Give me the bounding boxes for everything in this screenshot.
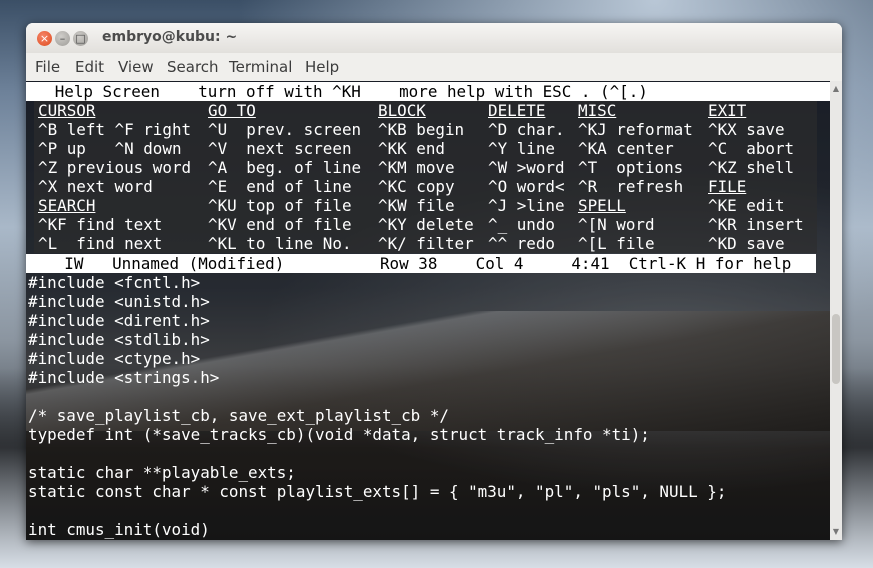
help-entry: SPELL xyxy=(578,196,626,215)
help-header: DELETE xyxy=(488,101,546,120)
help-entry: ^KD save xyxy=(708,234,785,253)
help-entry: ^L find next xyxy=(38,234,163,253)
help-entry: ^C abort xyxy=(708,139,795,158)
help-title-bar: Help Screen turn off with ^KH more help … xyxy=(26,82,830,101)
help-entry: ^W >word xyxy=(488,158,565,177)
maximize-button[interactable]: □ xyxy=(73,31,88,46)
help-entry: ^[L file xyxy=(578,234,655,253)
menu-file[interactable]: File xyxy=(35,58,60,76)
help-entry: ^V next screen xyxy=(208,139,352,158)
help-entry: ^KM move xyxy=(378,158,455,177)
code-line: #include <ctype.h> xyxy=(28,349,201,368)
terminal-window: × – □ embryo@kubu: ~ File Edit View Sear… xyxy=(26,23,842,540)
help-entry: ^E end of line xyxy=(208,177,352,196)
terminal-area[interactable]: Help Screen turn off with ^KH more help … xyxy=(26,81,830,540)
code-line: int cmus_init(void) xyxy=(28,520,210,539)
help-entry: SEARCH xyxy=(38,196,96,215)
help-header: CURSOR xyxy=(38,101,96,120)
help-entry: ^Z previous word xyxy=(38,158,192,177)
code-line: /* save_playlist_cb, save_ext_playlist_c… xyxy=(28,406,449,425)
help-entry: ^U prev. screen xyxy=(208,120,362,139)
help-entry: ^K/ filter xyxy=(378,234,474,253)
help-entry: ^Y line xyxy=(488,139,555,158)
help-entry: ^KC copy xyxy=(378,177,455,196)
help-header: GO TO xyxy=(208,101,256,120)
help-entry: ^D char. xyxy=(488,120,565,139)
help-entry: ^P up ^N down xyxy=(38,139,182,158)
help-entry: ^KU top of file xyxy=(208,196,352,215)
code-line: #include <stdlib.h> xyxy=(28,330,210,349)
help-header: BLOCK xyxy=(378,101,426,120)
menu-edit[interactable]: Edit xyxy=(75,58,104,76)
menu-view[interactable]: View xyxy=(118,58,154,76)
help-entry: ^T options xyxy=(578,158,684,177)
help-entry: ^B left ^F right xyxy=(38,120,192,139)
scroll-down-arrow-icon[interactable]: ▼ xyxy=(831,527,841,537)
help-entry: ^J >line xyxy=(488,196,565,215)
help-entry: ^KE edit xyxy=(708,196,785,215)
status-bar: IW Unnamed (Modified) Row 38 Col 4 4:41 … xyxy=(26,254,816,273)
help-entry: ^A beg. of line xyxy=(208,158,362,177)
help-header: MISC xyxy=(578,101,617,120)
help-entry: ^R refresh xyxy=(578,177,684,196)
help-entry: ^[N word xyxy=(578,215,655,234)
help-entry: ^O word< xyxy=(488,177,565,196)
help-entry: ^KA center xyxy=(578,139,674,158)
help-entry: ^_ undo xyxy=(488,215,555,234)
help-entry: ^KL to line No. xyxy=(208,234,352,253)
help-entry: ^KK end xyxy=(378,139,445,158)
help-entry: ^KW file xyxy=(378,196,455,215)
help-entry: ^KJ reformat xyxy=(578,120,693,139)
scroll-up-arrow-icon[interactable]: ▲ xyxy=(831,84,841,94)
help-entry: ^KF find text xyxy=(38,215,163,234)
menu-terminal[interactable]: Terminal xyxy=(229,58,292,76)
title-bar[interactable]: × – □ embryo@kubu: ~ xyxy=(26,23,842,53)
code-line: static const char * const playlist_exts[… xyxy=(28,482,727,501)
scrollbar[interactable]: ▲ ▼ xyxy=(830,81,842,540)
help-entry: ^KY delete xyxy=(378,215,474,234)
help-entry: ^KR insert xyxy=(708,215,804,234)
scroll-thumb[interactable] xyxy=(832,314,840,384)
help-entry: FILE xyxy=(708,177,747,196)
code-line: static char **playable_exts; xyxy=(28,463,296,482)
help-entry: ^^ redo xyxy=(488,234,555,253)
menu-help[interactable]: Help xyxy=(305,58,339,76)
help-entry: ^KZ shell xyxy=(708,158,795,177)
help-entry: ^X next word xyxy=(38,177,153,196)
code-line: typedef int (*save_tracks_cb)(void *data… xyxy=(28,425,650,444)
help-entry: ^KX save xyxy=(708,120,785,139)
help-header: EXIT xyxy=(708,101,747,120)
help-entry: ^KB begin xyxy=(378,120,465,139)
menu-bar: File Edit View Search Terminal Help xyxy=(26,53,842,81)
menu-search[interactable]: Search xyxy=(167,58,219,76)
code-line: #include <fcntl.h> xyxy=(28,273,201,292)
code-line: #include <dirent.h> xyxy=(28,311,210,330)
minimize-button[interactable]: – xyxy=(55,31,70,46)
code-line: #include <strings.h> xyxy=(28,368,220,387)
code-line: #include <unistd.h> xyxy=(28,292,210,311)
help-entry: ^KV end of file xyxy=(208,215,352,234)
close-button[interactable]: × xyxy=(37,31,52,46)
window-title: embryo@kubu: ~ xyxy=(102,29,238,45)
help-screen: CURSOR GO TO BLOCK DELETE MISC EXIT ^B left ^F… xyxy=(34,101,817,253)
